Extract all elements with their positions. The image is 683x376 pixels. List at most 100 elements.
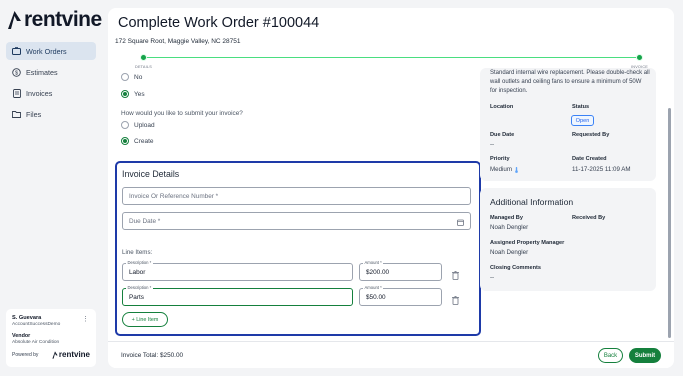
priority-label: Priority bbox=[490, 156, 510, 162]
due-date-value: -- bbox=[490, 141, 495, 148]
step-details-dot bbox=[140, 54, 147, 61]
invoices-icon bbox=[12, 88, 21, 98]
brand-name: rentvine bbox=[24, 8, 102, 31]
description-label: Description * bbox=[126, 260, 153, 265]
sidebar-item-invoices[interactable]: Invoices bbox=[6, 84, 96, 102]
due-date-input[interactable]: Due Date * bbox=[122, 212, 471, 230]
line-item-amount-input[interactable]: Amount * $50.00 bbox=[359, 285, 442, 306]
radio-circle[interactable] bbox=[121, 73, 129, 81]
date-created-value: 11-17-2025 11:09 AM bbox=[572, 166, 631, 173]
priority-value: Medium bbox=[490, 166, 513, 173]
amount-value: $200.00 bbox=[366, 268, 390, 276]
work-orders-icon bbox=[12, 47, 21, 56]
submit-question: How would you like to submit your invoic… bbox=[121, 110, 243, 117]
radio-circle[interactable] bbox=[121, 90, 129, 98]
step-invoice-dot bbox=[636, 54, 643, 61]
delete-line-item-icon[interactable] bbox=[452, 267, 460, 280]
due-date-label: Due Date bbox=[490, 132, 515, 138]
user-role: Vendor bbox=[12, 333, 31, 339]
radio-circle[interactable] bbox=[121, 121, 129, 129]
managed-by-value: Noah Dengler bbox=[490, 224, 529, 231]
user-account: AccountSuccessDemo bbox=[12, 322, 61, 327]
date-created-label: Date Created bbox=[572, 156, 607, 162]
user-name: S. Guevara bbox=[12, 315, 42, 321]
sidebar-nav: Work Orders $ Estimates Invoices Files bbox=[6, 42, 96, 126]
property-address: 172 Square Root, Maggie Valley, NC 28751 bbox=[115, 38, 241, 45]
line-item-amount-input[interactable]: Amount * $200.00 bbox=[359, 260, 442, 281]
invoice-details-heading: Invoice Details bbox=[122, 169, 180, 179]
line-item-description-input[interactable]: Description * Parts bbox=[122, 285, 353, 306]
description-label: Description * bbox=[126, 285, 153, 290]
sidebar-item-label: Files bbox=[26, 109, 42, 119]
reference-number-input[interactable]: Invoice Or Reference Number * bbox=[122, 187, 471, 205]
received-by-label: Received By bbox=[572, 215, 606, 221]
sidebar: rentvine Work Orders $ Estimates Invoice… bbox=[0, 0, 104, 376]
status-label: Status bbox=[572, 104, 590, 110]
radio-label: No bbox=[134, 73, 143, 81]
closing-comments-value: -- bbox=[490, 274, 495, 281]
managed-by-label: Managed By bbox=[490, 215, 523, 221]
radio-label: Create bbox=[134, 137, 154, 145]
priority-value-wrap: Medium bbox=[490, 166, 519, 173]
sidebar-item-label: Work Orders bbox=[26, 46, 67, 56]
sidebar-item-label: Invoices bbox=[26, 88, 53, 98]
files-icon bbox=[12, 110, 21, 119]
calendar-icon[interactable] bbox=[457, 219, 464, 228]
assigned-pm-label: Assigned Property Manager bbox=[490, 240, 565, 246]
radio-no[interactable]: No bbox=[121, 73, 142, 81]
work-order-details-card: Standard internal wire replacement. Plea… bbox=[480, 68, 656, 181]
amount-value: $50.00 bbox=[366, 293, 386, 301]
closing-comments-label: Closing Comments bbox=[490, 265, 541, 271]
invoice-total: Invoice Total: $250.00 bbox=[121, 352, 184, 359]
scrollbar[interactable] bbox=[668, 108, 671, 338]
status-badge: Open bbox=[571, 115, 594, 126]
footer-bar: Invoice Total: $250.00 Back Submit bbox=[108, 341, 674, 368]
radio-yes[interactable]: Yes bbox=[121, 90, 145, 98]
back-button[interactable]: Back bbox=[598, 348, 623, 363]
radio-label: Yes bbox=[134, 90, 145, 98]
rentvine-small-logo-icon bbox=[52, 350, 58, 359]
work-order-description: Standard internal wire replacement. Plea… bbox=[490, 70, 650, 94]
add-line-item-button[interactable]: + Line Item bbox=[122, 312, 168, 327]
sidebar-item-label: Estimates bbox=[26, 67, 58, 77]
powered-by: Powered by rentvine bbox=[12, 350, 90, 359]
radio-upload[interactable]: Upload bbox=[121, 121, 155, 129]
description-value: Labor bbox=[129, 268, 146, 276]
main-panel: Complete Work Order #100044 172 Square R… bbox=[108, 8, 674, 368]
additional-information-card: Additional Information Managed By Receiv… bbox=[480, 188, 656, 291]
step-details-label: DETAILS bbox=[135, 65, 152, 69]
reference-number-placeholder: Invoice Or Reference Number * bbox=[129, 192, 219, 200]
line-items-label: Line Items: bbox=[122, 249, 153, 256]
line-item-description-input[interactable]: Description * Labor bbox=[122, 260, 353, 281]
progress-line bbox=[143, 57, 640, 59]
due-date-placeholder: Due Date * bbox=[129, 217, 161, 225]
additional-information-title: Additional Information bbox=[490, 197, 574, 207]
sidebar-item-estimates[interactable]: $ Estimates bbox=[6, 63, 96, 81]
radio-label: Upload bbox=[134, 121, 155, 129]
powered-by-logo: rentvine bbox=[52, 350, 90, 359]
thermometer-icon bbox=[515, 166, 518, 173]
brand-logo[interactable]: rentvine bbox=[7, 8, 102, 32]
powered-by-label: Powered by bbox=[12, 351, 39, 358]
submit-button[interactable]: Submit bbox=[629, 348, 661, 363]
svg-text:$: $ bbox=[15, 70, 18, 76]
requested-by-label: Requested By bbox=[572, 132, 610, 138]
rentvine-logo-icon bbox=[8, 11, 21, 29]
page-title: Complete Work Order #100044 bbox=[118, 15, 320, 31]
more-options-icon[interactable]: ⋮ bbox=[82, 315, 89, 323]
radio-circle[interactable] bbox=[121, 137, 129, 145]
delete-line-item-icon[interactable] bbox=[452, 292, 460, 305]
description-value: Parts bbox=[129, 293, 144, 301]
user-company: Absolute Air Condition bbox=[12, 340, 60, 345]
estimates-icon: $ bbox=[12, 67, 21, 77]
sidebar-item-files[interactable]: Files bbox=[6, 105, 96, 123]
user-card: ⋮ S. Guevara AccountSuccessDemo Vendor A… bbox=[6, 309, 96, 367]
invoice-details-section: Invoice Details Invoice Or Reference Num… bbox=[115, 161, 481, 336]
powered-by-brand: rentvine bbox=[58, 350, 90, 359]
radio-create[interactable]: Create bbox=[121, 137, 154, 145]
amount-label: Amount * bbox=[363, 260, 384, 265]
amount-label: Amount * bbox=[363, 285, 384, 290]
sidebar-item-work-orders[interactable]: Work Orders bbox=[6, 42, 96, 60]
assigned-pm-value: Noah Dengler bbox=[490, 249, 529, 256]
location-label: Location bbox=[490, 104, 514, 110]
